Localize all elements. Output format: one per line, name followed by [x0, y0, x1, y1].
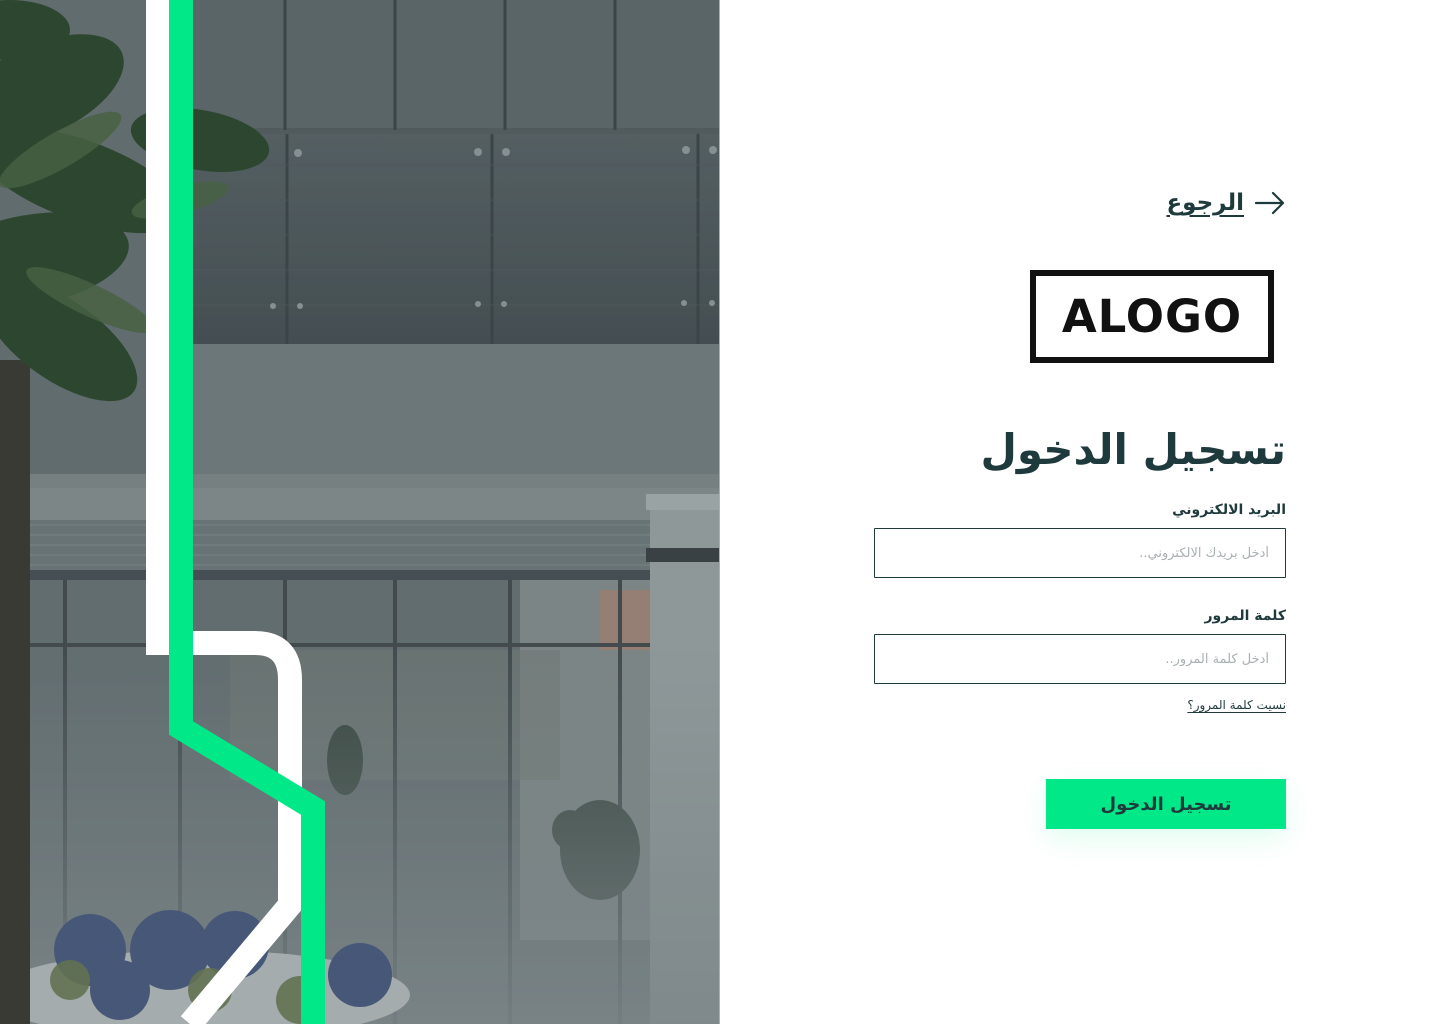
hero-building-photo	[0, 0, 720, 1024]
building-illustration	[0, 0, 719, 1024]
arrow-right-icon	[1254, 191, 1285, 215]
logo-text: ALOGO	[1061, 290, 1243, 343]
password-label: كلمة المرور	[1204, 608, 1286, 624]
email-label: البريد الالكتروني	[1172, 502, 1286, 518]
back-label: الرجوع	[1166, 190, 1244, 216]
logo: ALOGO	[1030, 270, 1274, 363]
email-field[interactable]	[874, 528, 1286, 578]
login-button[interactable]: تسجيل الدخول	[1046, 779, 1286, 829]
forgot-password-link[interactable]: نسيت كلمة المرور؟	[1187, 698, 1286, 712]
back-link[interactable]: الرجوع	[1166, 190, 1286, 216]
page-title: تسجيل الدخول	[980, 425, 1286, 474]
password-field[interactable]	[874, 634, 1286, 684]
